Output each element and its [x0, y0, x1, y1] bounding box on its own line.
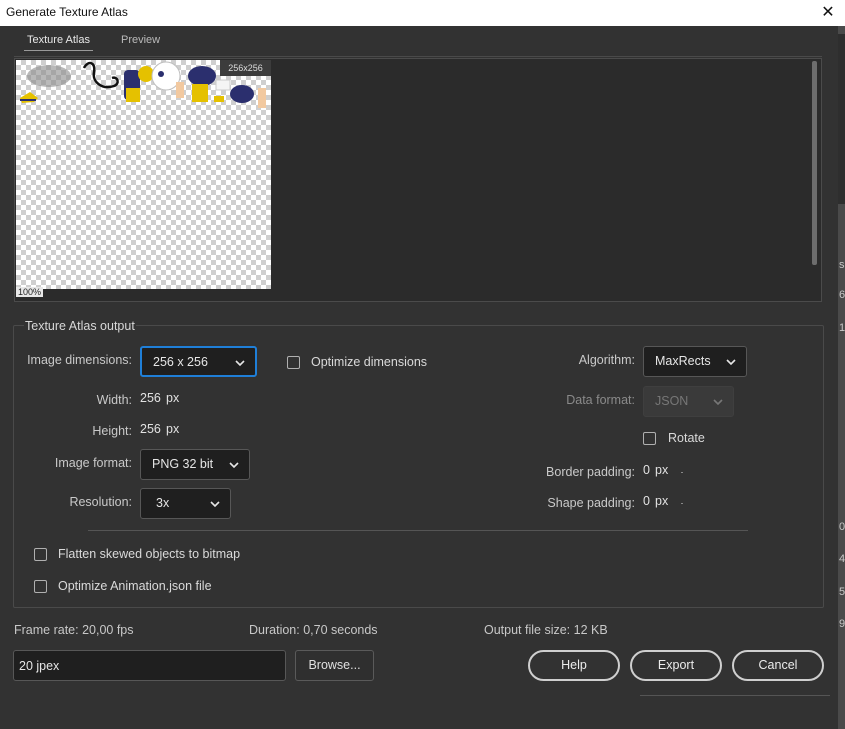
algorithm-select[interactable]: MaxRects	[643, 346, 747, 377]
data-format-value: JSON	[655, 394, 689, 408]
flatten-skewed-checkbox[interactable]	[34, 548, 47, 561]
chevron-down-icon	[726, 359, 736, 366]
section-title: Texture Atlas output	[24, 319, 136, 333]
resolution-select[interactable]: 3x	[140, 488, 231, 519]
width-unit: px	[166, 391, 180, 405]
shape-padding-unit: px	[655, 494, 669, 508]
image-dimensions-select[interactable]: 256 x 256	[140, 346, 257, 377]
optimize-animation-json-label[interactable]: Optimize Animation.json file	[58, 579, 212, 593]
strip-fragment: 4	[839, 553, 845, 565]
algorithm-label: Algorithm:	[578, 353, 635, 367]
image-dimensions-value: 256 x 256	[153, 355, 208, 369]
strip-fragment: se	[839, 259, 845, 271]
data-format-label: Data format:	[566, 393, 635, 407]
chevron-down-icon	[235, 360, 245, 367]
transparency-checkerboard	[16, 60, 271, 289]
resolution-label: Resolution:	[69, 495, 132, 509]
border-padding-label: Border padding:	[546, 465, 635, 479]
strip-fragment: 6	[839, 289, 845, 301]
help-button[interactable]: Help	[528, 650, 620, 681]
bottom-divider	[640, 695, 830, 696]
height-value: 256	[140, 422, 161, 436]
image-dimensions-label: Image dimensions:	[27, 353, 132, 367]
frame-rate-info: Frame rate: 20,00 fps	[14, 623, 134, 637]
chevron-down-icon	[210, 501, 220, 508]
shape-padding-value[interactable]: 0	[643, 494, 650, 508]
close-icon[interactable]: ✕	[817, 2, 839, 22]
height-label: Height:	[92, 424, 132, 438]
strip-fragment: 0	[839, 521, 845, 533]
width-label: Width:	[96, 393, 132, 407]
background-app-strip: se 6 1 0 4 5 9	[838, 26, 845, 729]
tab-preview[interactable]: Preview	[121, 34, 160, 46]
optimize-animation-json-checkbox[interactable]	[34, 580, 47, 593]
optimize-dimensions-label[interactable]: Optimize dimensions	[311, 355, 427, 369]
output-size-info: Output file size: 12 KB	[484, 623, 608, 637]
image-format-label: Image format:	[54, 456, 132, 470]
algorithm-value: MaxRects	[655, 354, 711, 368]
atlas-preview: 256x256 100%	[14, 58, 822, 302]
title-bar: Generate Texture Atlas ✕	[0, 0, 845, 26]
tab-divider	[14, 56, 822, 57]
border-padding-unit: px	[655, 463, 669, 477]
atlas-size-badge: 256x256	[220, 60, 271, 76]
border-padding-value[interactable]: 0	[643, 463, 650, 477]
export-button[interactable]: Export	[630, 650, 722, 681]
optimize-dimensions-checkbox[interactable]	[287, 356, 300, 369]
resolution-value: 3x	[156, 496, 170, 510]
window-title: Generate Texture Atlas	[6, 5, 128, 19]
browse-button[interactable]: Browse...	[295, 650, 374, 681]
shape-padding-label: Shape padding:	[547, 496, 635, 510]
cancel-button[interactable]: Cancel	[732, 650, 824, 681]
zoom-level: 100%	[16, 287, 44, 297]
rotate-checkbox[interactable]	[643, 432, 656, 445]
width-value: 256	[140, 391, 161, 405]
chevron-down-icon	[713, 399, 723, 406]
image-format-select[interactable]: PNG 32 bit	[140, 449, 250, 480]
chevron-down-icon	[229, 462, 239, 469]
scrub-indicator	[681, 503, 683, 504]
preview-scrollbar[interactable]	[812, 61, 817, 265]
duration-info: Duration: 0,70 seconds	[249, 623, 378, 637]
tab-texture-atlas[interactable]: Texture Atlas	[24, 34, 93, 51]
height-unit: px	[166, 422, 180, 436]
flatten-skewed-label[interactable]: Flatten skewed objects to bitmap	[58, 547, 240, 561]
image-format-value: PNG 32 bit	[152, 457, 214, 471]
scrub-indicator	[681, 472, 683, 473]
strip-fragment: 9	[839, 618, 845, 630]
strip-fragment: 5	[839, 586, 845, 598]
rotate-label[interactable]: Rotate	[668, 431, 705, 445]
output-path-input[interactable]	[13, 650, 286, 681]
data-format-select: JSON	[643, 386, 734, 417]
section-divider	[88, 530, 748, 531]
strip-fragment: 1	[839, 322, 845, 334]
